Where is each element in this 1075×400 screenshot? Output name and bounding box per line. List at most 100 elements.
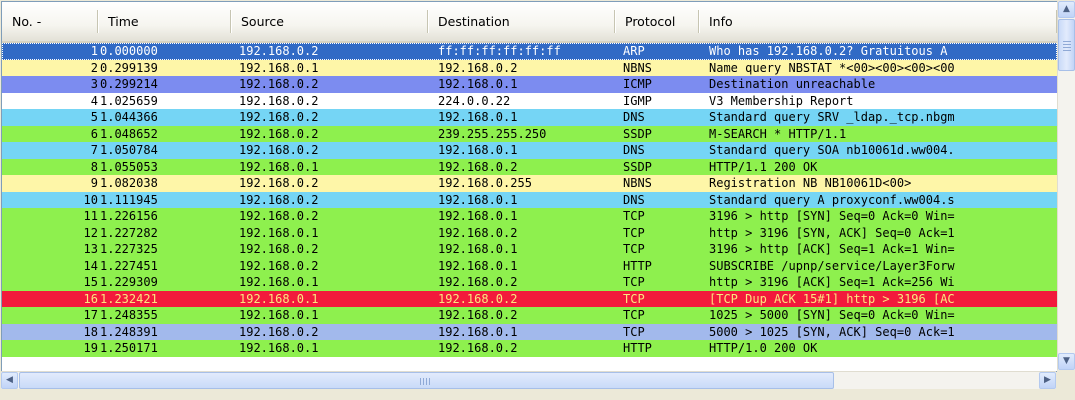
cell-destination: 192.168.0.1 <box>438 77 518 91</box>
cell-destination: 192.168.0.1 <box>438 110 518 124</box>
cell-destination: 192.168.0.1 <box>438 143 518 157</box>
right-arrow-icon[interactable]: ▶ <box>1039 372 1056 389</box>
cell-info: 1025 > 5000 [SYN] Seq=0 Ack=0 Win= <box>709 308 955 322</box>
cell-destination: 192.168.0.1 <box>438 192 518 207</box>
packet-row[interactable]: 15 1.229309 192.168.0.1 192.168.0.2 TCP http … <box>2 274 1057 291</box>
column-header-protocol[interactable]: Protocol <box>615 2 699 41</box>
cell-destination: 239.255.255.250 <box>438 126 547 141</box>
cell-info: 5000 > 1025 [SYN, ACK] Seq=0 Ack=1 <box>709 324 955 339</box>
packet-row[interactable]: 4 1.025659 192.168.0.2 224.0.0.22 IGMP V3 Mem… <box>2 92 1057 109</box>
packet-row[interactable]: 6 1.048652 192.168.0.2 239.255.255.250 SSDP M… <box>2 125 1057 142</box>
cell-destination: 192.168.0.2 <box>438 275 518 289</box>
cell-info: M-SEARCH * HTTP/1.1 <box>709 126 847 141</box>
packet-list-window: No. - Time Source Destination Protocol I… <box>0 0 1075 400</box>
cell-source: 192.168.0.1 <box>239 275 319 289</box>
cell-no: 3 <box>90 77 98 91</box>
down-arrow-icon[interactable]: ▼ <box>1058 353 1075 370</box>
column-header-destination[interactable]: Destination <box>428 2 615 41</box>
vertical-scrollbar[interactable]: ▲ ▼ <box>1057 1 1075 370</box>
cell-time: 1.232421 <box>100 291 158 306</box>
packet-row[interactable]: 16 1.232421 192.168.0.1 192.168.0.2 TCP [TCP … <box>2 290 1057 307</box>
cell-info: SUBSCRIBE /upnp/service/Layer3Forw <box>709 258 955 273</box>
cell-source: 192.168.0.2 <box>239 77 319 91</box>
cell-info: Standard query SRV _ldap._tcp.nbgm <box>709 110 955 124</box>
cell-destination: 192.168.0.1 <box>438 258 518 273</box>
cell-destination: 192.168.0.255 <box>438 176 532 190</box>
cell-time: 1.248355 <box>100 308 158 322</box>
up-arrow-icon[interactable]: ▲ <box>1058 1 1075 18</box>
cell-destination: 192.168.0.2 <box>438 159 518 174</box>
cell-time: 1.048652 <box>100 126 158 141</box>
cell-destination: 192.168.0.1 <box>438 242 518 256</box>
cell-info: Standard query A proxyconf.ww004.s <box>709 192 955 207</box>
cell-no: 14 <box>83 258 98 273</box>
cell-no: 19 <box>83 341 98 355</box>
cell-source: 192.168.0.2 <box>239 258 319 273</box>
packet-row[interactable]: 18 1.248391 192.168.0.2 192.168.0.1 TCP 5000 … <box>2 323 1057 340</box>
cell-destination: 192.168.0.1 <box>438 324 518 339</box>
cell-protocol: ICMP <box>623 77 652 91</box>
cell-destination: 192.168.0.2 <box>438 60 518 75</box>
cell-source: 192.168.0.2 <box>239 110 319 124</box>
cell-no: 13 <box>83 242 98 256</box>
packet-row[interactable]: 9 1.082038 192.168.0.2 192.168.0.255 NBNS Reg… <box>2 175 1057 192</box>
cell-time: 1.111945 <box>100 192 158 207</box>
cell-time: 1.248391 <box>100 324 158 339</box>
cell-no: 12 <box>83 225 98 240</box>
cell-protocol: NBNS <box>623 176 652 190</box>
column-header-source[interactable]: Source <box>231 2 428 41</box>
packet-row[interactable]: 3 0.299214 192.168.0.2 192.168.0.1 ICMP Desti… <box>2 76 1057 93</box>
grip-line <box>426 378 427 385</box>
packet-row[interactable]: 7 1.050784 192.168.0.2 192.168.0.1 DNS Standa… <box>2 142 1057 159</box>
cell-protocol: TCP <box>623 209 645 223</box>
cell-protocol: HTTP <box>623 258 652 273</box>
packet-list: No. - Time Source Destination Protocol I… <box>1 1 1057 372</box>
packet-row[interactable]: 11 1.226156 192.168.0.2 192.168.0.1 TCP 3196 … <box>2 208 1057 225</box>
horizontal-scrollbar[interactable]: ◀ ▶ <box>1 371 1056 389</box>
packet-row[interactable]: 17 1.248355 192.168.0.1 192.168.0.2 TCP 1025 … <box>2 307 1057 324</box>
cell-time: 1.226156 <box>100 209 158 223</box>
cell-protocol: TCP <box>623 291 645 306</box>
cell-source: 192.168.0.2 <box>239 176 319 190</box>
packet-row[interactable]: 5 1.044366 192.168.0.2 192.168.0.1 DNS Standa… <box>2 109 1057 126</box>
cell-destination: 224.0.0.22 <box>438 93 511 108</box>
cell-source: 192.168.0.1 <box>239 159 319 174</box>
cell-info: Name query NBSTAT *<00><00><00><00 <box>709 60 955 75</box>
cell-protocol: IGMP <box>623 93 652 108</box>
packet-row[interactable]: 8 1.055053 192.168.0.1 192.168.0.2 SSDP HTTP/… <box>2 158 1057 175</box>
packet-row[interactable]: 2 0.299139 192.168.0.1 192.168.0.2 NBNS Name … <box>2 59 1057 76</box>
horizontal-scroll-thumb[interactable] <box>19 372 834 389</box>
vertical-scroll-thumb[interactable] <box>1058 19 1075 71</box>
left-arrow-icon[interactable]: ◀ <box>1 372 18 389</box>
packet-row[interactable]: 10 1.111945 192.168.0.2 192.168.0.1 DNS Stand… <box>2 191 1057 208</box>
cell-info: Who has 192.168.0.2? Gratuitous A <box>709 44 948 58</box>
cell-protocol: TCP <box>623 275 645 289</box>
cell-no: 5 <box>90 110 98 124</box>
column-header-info[interactable]: Info <box>699 2 1057 41</box>
column-header-no[interactable]: No. - <box>2 2 98 41</box>
packet-row[interactable]: 12 1.227282 192.168.0.1 192.168.0.2 TCP http … <box>2 224 1057 241</box>
cell-protocol: TCP <box>623 324 645 339</box>
packet-row[interactable]: 1 0.000000 192.168.0.2 ff:ff:ff:ff:ff:ff ARP… <box>2 43 1057 60</box>
cell-time: 1.229309 <box>100 275 158 289</box>
column-header-bar: No. - Time Source Destination Protocol I… <box>2 2 1057 43</box>
cell-protocol: DNS <box>623 192 645 207</box>
column-header-time[interactable]: Time <box>98 2 231 41</box>
grip-line <box>423 378 424 385</box>
packet-row[interactable]: 19 1.250171 192.168.0.1 192.168.0.2 HTTP HTTP… <box>2 340 1057 357</box>
cell-destination: 192.168.0.1 <box>438 209 518 223</box>
cell-time: 0.299214 <box>100 77 158 91</box>
cell-protocol: SSDP <box>623 159 652 174</box>
packet-row[interactable]: 14 1.227451 192.168.0.2 192.168.0.1 HTTP SUBS… <box>2 257 1057 274</box>
packet-row[interactable]: 13 1.227325 192.168.0.2 192.168.0.1 TCP 3196 … <box>2 241 1057 258</box>
cell-time: 1.250171 <box>100 341 158 355</box>
cell-info: Registration NB NB10061D<00> <box>709 176 912 190</box>
cell-no: 17 <box>83 308 98 322</box>
grip-line <box>1063 47 1071 48</box>
cell-info: 3196 > http [ACK] Seq=1 Ack=1 Win= <box>709 242 955 256</box>
cell-time: 0.299139 <box>100 60 158 75</box>
cell-info: V3 Membership Report <box>709 93 854 108</box>
cell-destination: 192.168.0.2 <box>438 225 518 240</box>
cell-no: 4 <box>90 93 98 108</box>
cell-protocol: ARP <box>623 44 645 58</box>
